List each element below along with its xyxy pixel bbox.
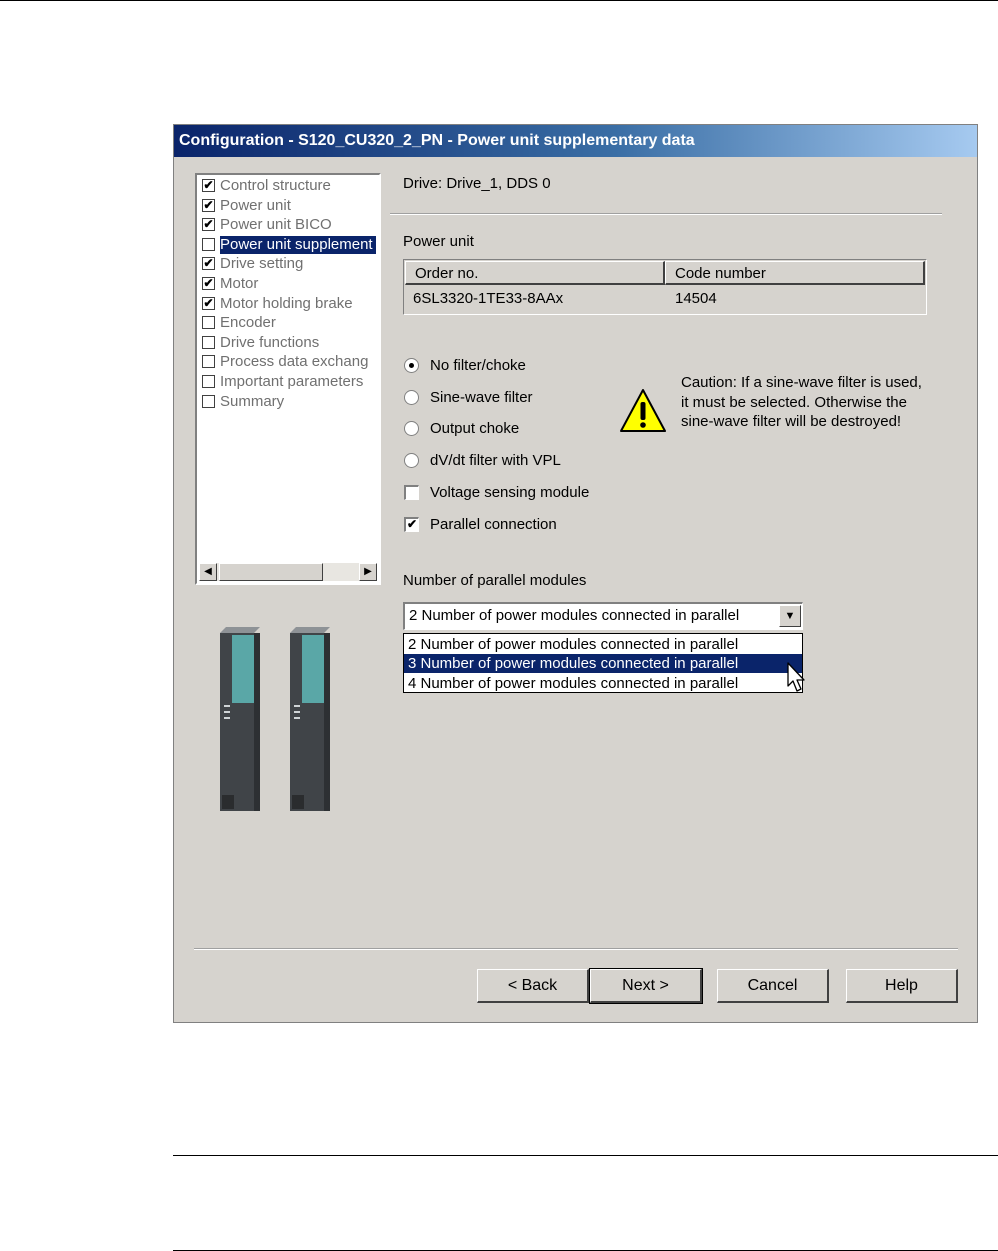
tree-item[interactable]: ✔ Motor bbox=[200, 275, 379, 293]
tree-item-label: Process data exchang bbox=[220, 353, 369, 371]
arrow-right-icon[interactable]: ▶ bbox=[359, 563, 377, 581]
filter-option-label: Output choke bbox=[430, 420, 520, 438]
checked-checkbox-icon: ✔ bbox=[202, 217, 215, 232]
page-rule-mid bbox=[173, 1155, 998, 1156]
parallel-modules-dropdown-list[interactable]: 2 Number of power modules connected in p… bbox=[403, 633, 803, 693]
tree-item[interactable]: Important parameters bbox=[200, 373, 379, 391]
power-module-left bbox=[220, 627, 260, 811]
configuration-dialog: Configuration - S120_CU320_2_PN - Power … bbox=[173, 124, 978, 1023]
checked-checkbox-icon: ✔ bbox=[202, 295, 215, 310]
tree-item-label: Summary bbox=[220, 392, 285, 410]
tree-item[interactable]: ✔ Control structure bbox=[200, 177, 379, 195]
dropdown-option[interactable]: 2 Number of power modules connected in p… bbox=[404, 635, 802, 654]
tree-item-label: Power unit bbox=[220, 196, 291, 214]
parallel-modules-combobox[interactable]: 2 Number of power modules connected in p… bbox=[403, 602, 803, 630]
option-checkbox-label: Voltage sensing module bbox=[430, 484, 590, 501]
next-button[interactable]: Next > bbox=[589, 968, 703, 1004]
tree-item[interactable]: Drive functions bbox=[200, 333, 379, 352]
checked-checkbox-icon: ✔ bbox=[202, 197, 215, 212]
drive-label: Drive: Drive_1, DDS 0 bbox=[403, 175, 551, 192]
tree-item-label: Motor bbox=[220, 275, 259, 292]
checked-checkbox-icon: ✔ bbox=[202, 256, 215, 271]
warning-icon bbox=[620, 389, 666, 432]
tree-item[interactable]: ✔ Motor holding brake bbox=[200, 294, 379, 313]
tree-item-label: Motor holding brake bbox=[220, 294, 353, 312]
tree-item[interactable]: ✔ Power unit bbox=[200, 196, 379, 215]
tree-item-label: Drive functions bbox=[220, 333, 320, 351]
tree-item-label: Power unit BICO bbox=[220, 216, 332, 234]
cell-code-number: 14504 bbox=[675, 290, 717, 307]
power-unit-section-label: Power unit bbox=[403, 233, 474, 250]
tree-item[interactable]: Summary bbox=[200, 392, 379, 411]
power-unit-table: Order no. Code number 6SL3320-1TE33-8AAx… bbox=[403, 259, 927, 315]
dropdown-option[interactable]: 4 Number of power modules connected in p… bbox=[404, 674, 802, 693]
filter-option-label: dV/dt filter with VPL bbox=[430, 452, 561, 470]
tree-item[interactable]: Encoder bbox=[200, 314, 379, 332]
mouse-pointer-icon bbox=[787, 662, 805, 692]
wizard-step-tree[interactable]: Summary Important parameters Process data … bbox=[195, 173, 381, 585]
tree-item[interactable]: Process data exchang bbox=[200, 353, 379, 371]
radio-icon[interactable] bbox=[404, 453, 419, 469]
tree-horizontal-scrollbar[interactable]: ◀ ▶ bbox=[199, 563, 377, 581]
filter-option-label: No filter/choke bbox=[430, 357, 526, 374]
radio-icon[interactable] bbox=[404, 358, 419, 373]
chevron-down-icon[interactable]: ▼ bbox=[779, 605, 801, 627]
checked-checkbox-icon[interactable]: ✔ bbox=[404, 516, 419, 532]
unchecked-checkbox-icon bbox=[202, 335, 215, 349]
tree-item[interactable]: ✔ Drive setting bbox=[200, 255, 379, 273]
radio-icon[interactable] bbox=[404, 389, 419, 405]
tree-item-label: Power unit supplement bbox=[220, 235, 376, 254]
filter-option-label: Sine-wave filter bbox=[430, 388, 533, 406]
tree-item[interactable]: ✔ Power unit BICO bbox=[200, 216, 379, 234]
unchecked-checkbox-icon bbox=[202, 316, 215, 330]
cell-order-no: 6SL3320-1TE33-8AAx bbox=[413, 290, 564, 307]
dropdown-option[interactable]: 3 Number of power modules connected in p… bbox=[404, 654, 802, 674]
checked-checkbox-icon: ✔ bbox=[202, 276, 215, 290]
caution-text: Caution: If a sine-wave filter is used, … bbox=[681, 374, 922, 430]
combobox-value: 2 Number of power modules connected in p… bbox=[409, 607, 740, 624]
scrollbar-thumb[interactable] bbox=[219, 563, 323, 581]
column-header-code-number[interactable]: Code number bbox=[665, 261, 925, 285]
tree-item-label: Control structure bbox=[220, 177, 331, 194]
radio-icon[interactable] bbox=[404, 421, 419, 437]
power-module-right bbox=[290, 627, 330, 811]
column-header-order-no[interactable]: Order no. bbox=[405, 261, 665, 285]
arrow-left-icon[interactable]: ◀ bbox=[199, 563, 217, 581]
unchecked-checkbox-icon bbox=[202, 375, 215, 388]
tree-item-label: Drive setting bbox=[220, 255, 304, 273]
unchecked-checkbox-icon bbox=[202, 394, 215, 408]
unchecked-checkbox-icon bbox=[202, 355, 215, 369]
help-button[interactable]: Help bbox=[846, 969, 958, 1003]
window-title[interactable]: Configuration - S120_CU320_2_PN - Power … bbox=[174, 125, 977, 157]
page-top-rule bbox=[0, 0, 998, 1]
back-button[interactable]: < Back bbox=[477, 969, 589, 1003]
option-checkbox-label: Parallel connection bbox=[430, 515, 557, 533]
header-separator bbox=[390, 213, 942, 215]
power-module-image bbox=[220, 627, 330, 811]
cancel-button[interactable]: Cancel bbox=[717, 969, 829, 1003]
tree-item-label: Encoder bbox=[220, 314, 276, 332]
unchecked-checkbox-icon bbox=[202, 237, 215, 251]
checked-checkbox-icon: ✔ bbox=[202, 178, 215, 192]
parallel-modules-label: Number of parallel modules bbox=[403, 572, 587, 589]
tree-item[interactable]: Power unit supplement bbox=[200, 235, 379, 254]
unchecked-checkbox-icon[interactable] bbox=[404, 485, 419, 500]
tree-item-label: Important parameters bbox=[220, 373, 364, 390]
footer-separator bbox=[194, 948, 958, 950]
